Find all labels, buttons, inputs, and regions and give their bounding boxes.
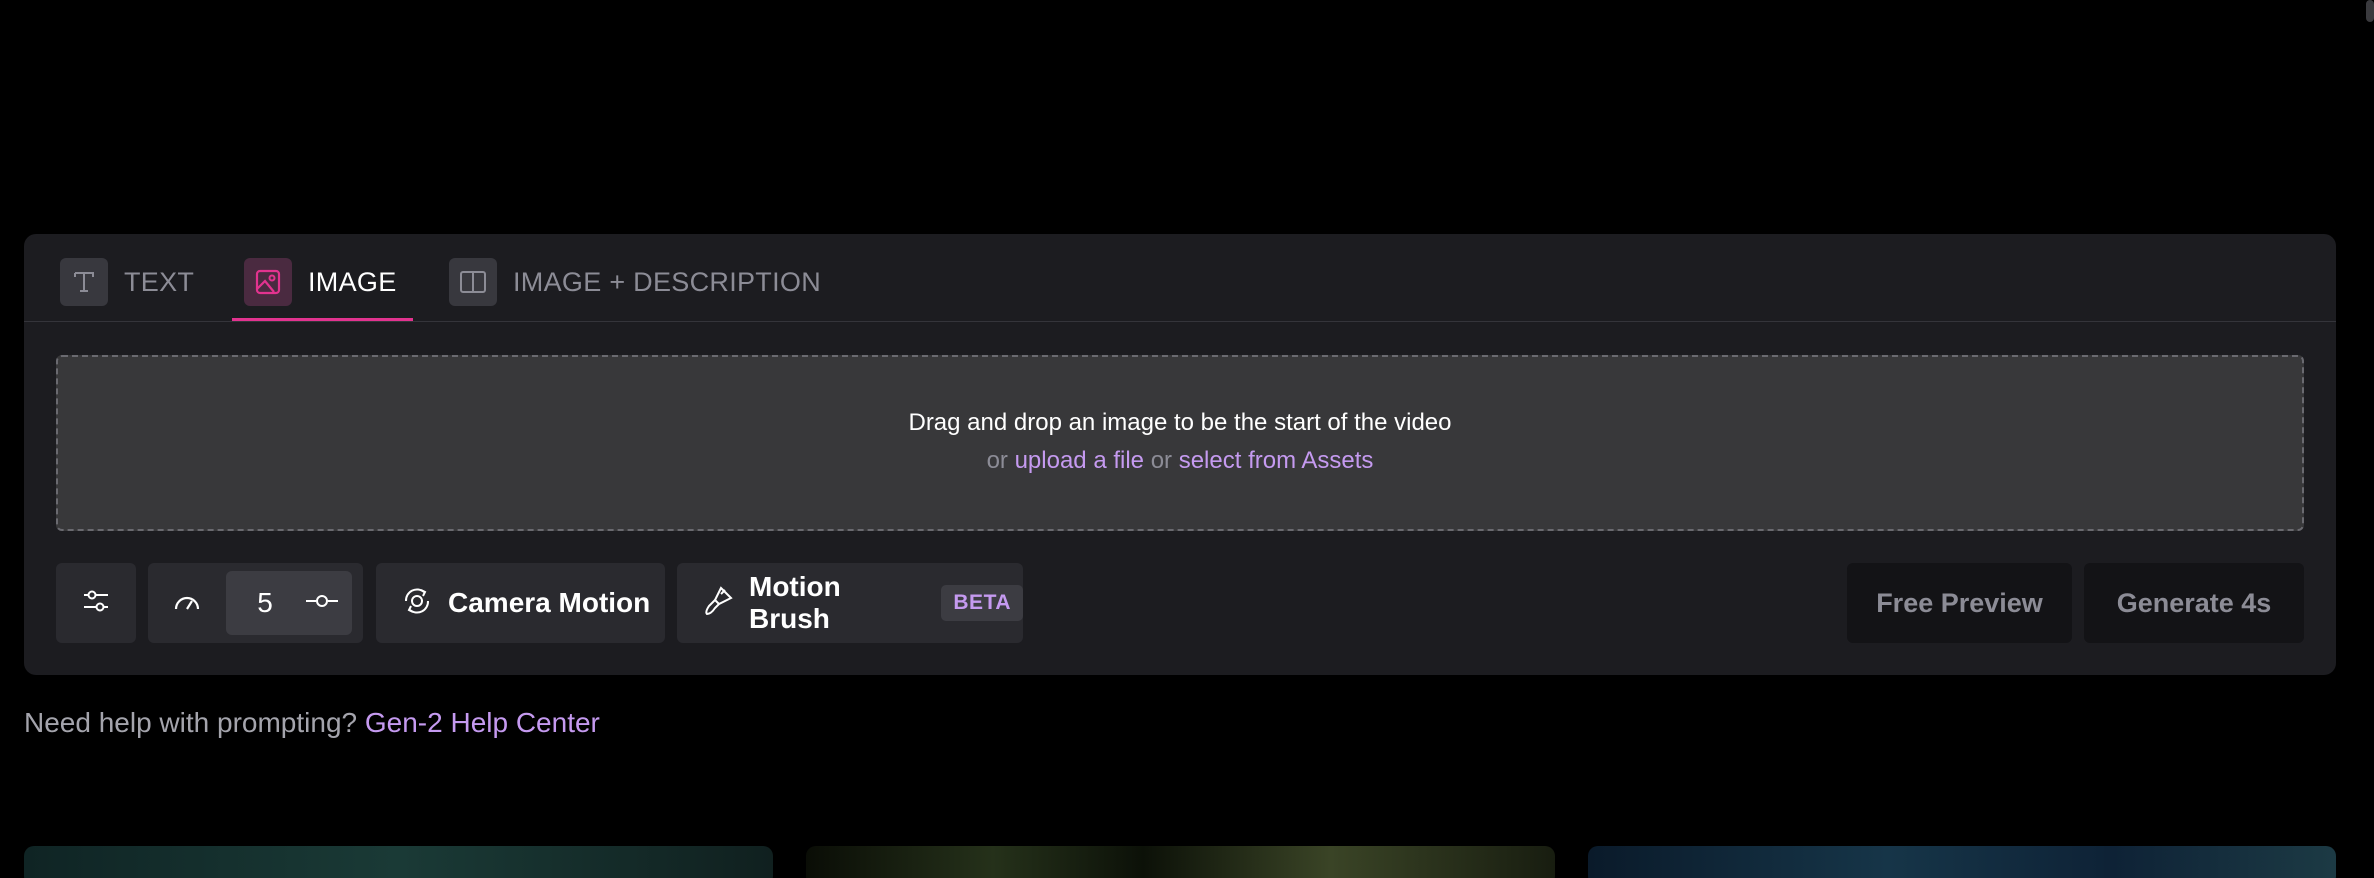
dropzone-instruction: Drag and drop an image to be the start o… xyxy=(908,409,1452,436)
motion-speed-control[interactable]: 5 xyxy=(148,563,363,643)
select-from-assets-link[interactable]: select from Assets xyxy=(1179,447,1374,474)
gallery-thumbnail[interactable] xyxy=(806,846,1555,878)
help-text: Need help with prompting? Gen-2 Help Cen… xyxy=(24,707,600,739)
motion-brush-button[interactable]: Motion Brush BETA xyxy=(677,563,1023,643)
speed-value: 5 xyxy=(257,587,273,618)
gauge-icon xyxy=(148,587,226,619)
sliders-icon xyxy=(80,585,112,622)
free-preview-button[interactable]: Free Preview xyxy=(1847,563,2072,643)
tab-text[interactable]: TEXT xyxy=(60,258,194,322)
speed-value-box[interactable]: 5 xyxy=(226,571,352,635)
mode-tabs: TEXT IMAGE IMAGE + DESCRIPTION xyxy=(24,234,2336,322)
tab-text-label: TEXT xyxy=(124,267,195,297)
generation-panel: TEXT IMAGE IMAGE + DESCRIPTION Drag and … xyxy=(24,234,2336,675)
slider-handle-icon[interactable] xyxy=(304,589,340,618)
help-prompt: Need help with prompting? xyxy=(24,707,358,738)
generate-button[interactable]: Generate 4s xyxy=(2084,563,2304,643)
split-layout-icon xyxy=(449,258,497,306)
brush-icon xyxy=(701,584,735,623)
image-icon xyxy=(244,258,292,306)
upload-file-link[interactable]: upload a file xyxy=(1015,447,1144,474)
motion-brush-label: Motion Brush xyxy=(749,571,841,634)
scrollbar[interactable] xyxy=(2366,0,2374,22)
text-icon xyxy=(60,258,108,306)
gallery-thumbnail[interactable] xyxy=(24,846,773,878)
camera-orbit-icon xyxy=(400,584,434,623)
camera-motion-button[interactable]: Camera Motion xyxy=(376,563,665,643)
dropzone-or: or xyxy=(1150,447,1173,474)
camera-motion-label: Camera Motion xyxy=(448,587,651,618)
settings-button[interactable] xyxy=(56,563,136,643)
beta-badge: BETA xyxy=(941,585,1023,621)
tab-image-description[interactable]: IMAGE + DESCRIPTION xyxy=(449,258,821,322)
dropzone-or: or xyxy=(986,447,1008,474)
image-dropzone[interactable]: Drag and drop an image to be the start o… xyxy=(56,355,2304,531)
tab-image[interactable]: IMAGE xyxy=(244,258,397,322)
dropzone-options: or upload a file or select from Assets xyxy=(58,447,2302,475)
tab-image-label: IMAGE xyxy=(308,267,397,297)
active-tab-indicator xyxy=(232,318,413,321)
tab-image-description-label: IMAGE + DESCRIPTION xyxy=(513,267,821,297)
help-center-link[interactable]: Gen-2 Help Center xyxy=(365,707,600,738)
gallery-thumbnail[interactable] xyxy=(1588,846,2336,878)
page: TEXT IMAGE IMAGE + DESCRIPTION Drag and … xyxy=(0,0,2374,878)
